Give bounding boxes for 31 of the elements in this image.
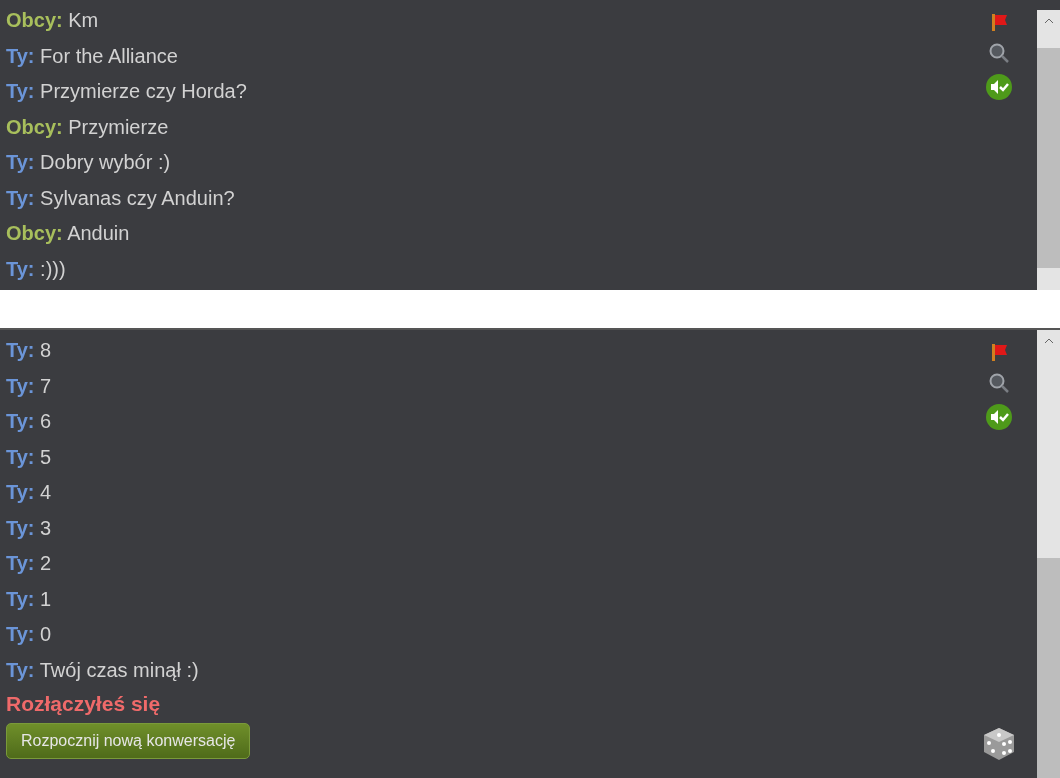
chat-message: Obcy: Przymierze (6, 114, 170, 140)
sound-on-icon[interactable] (986, 404, 1012, 430)
chat-message: Ty: 4 (6, 480, 53, 505)
chat-message: Ty: Dobry wybór :) (6, 150, 172, 175)
disconnect-notice: Rozłączyłeś się (6, 691, 162, 717)
chat-message: Obcy: Km (6, 8, 100, 33)
chat-message: Ty: 2 (6, 551, 53, 576)
new-conversation-button[interactable]: Rozpocznij nową konwersację (6, 723, 251, 759)
sound-on-icon[interactable] (986, 74, 1012, 100)
chat-message: Ty: 3 (6, 515, 53, 541)
dice-icon[interactable] (981, 726, 1017, 762)
scroll-up-icon[interactable] (1043, 338, 1054, 344)
chat-message: Obcy: Anduin (6, 221, 131, 246)
chat-message: Ty: Sylvanas czy Anduin? (6, 185, 236, 211)
chat-message: Ty: 1 (6, 586, 53, 612)
search-icon[interactable] (988, 372, 1010, 394)
flag-icon[interactable] (989, 12, 1009, 32)
chat-message: Ty: 8 (6, 338, 53, 363)
chat-message: Ty: For the Alliance (6, 43, 179, 69)
scrollbar[interactable] (1037, 10, 1060, 290)
scrollbar[interactable] (1037, 330, 1060, 778)
flag-icon[interactable] (989, 342, 1009, 362)
chat-message: Ty: 0 (6, 622, 53, 647)
chat-message: Ty: Przymierze czy Horda? (6, 79, 248, 104)
search-icon[interactable] (988, 42, 1010, 64)
chat-message: Ty: :))) (6, 256, 67, 282)
chat-message: Ty: 5 (6, 444, 53, 470)
chat-message: Ty: Twój czas minął :) (6, 657, 200, 683)
chat-message: Ty: 7 (6, 373, 53, 399)
chat-message: Ty: 6 (6, 409, 53, 434)
scroll-up-icon[interactable] (1043, 18, 1054, 24)
